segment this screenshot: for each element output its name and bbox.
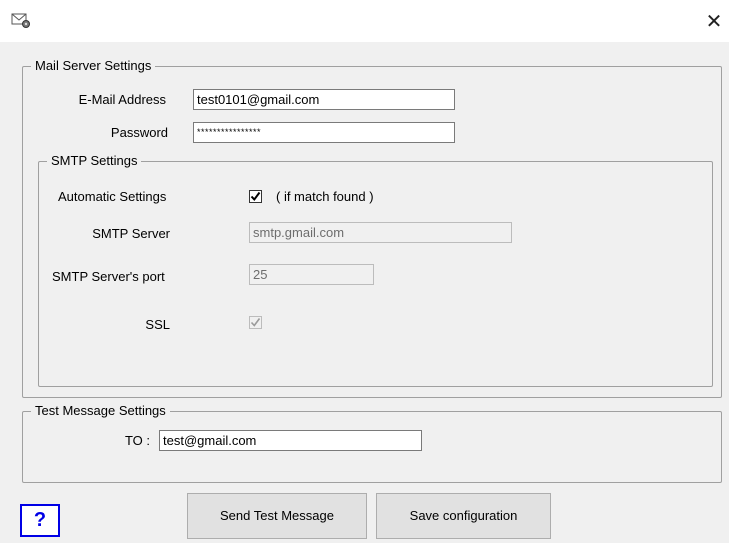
- test-message-legend: Test Message Settings: [31, 403, 170, 419]
- automatic-settings-note: ( if match found ): [276, 189, 374, 204]
- smtp-server-field[interactable]: smtp.gmail.com: [249, 222, 512, 243]
- smtp-port-field[interactable]: 25: [249, 264, 374, 285]
- mail-server-legend: Mail Server Settings: [31, 58, 156, 74]
- ssl-checkbox[interactable]: [249, 316, 262, 329]
- help-button[interactable]: ?: [20, 504, 60, 537]
- smtp-port-label: SMTP Server's port: [52, 269, 165, 284]
- mail-settings-icon: [11, 13, 30, 28]
- automatic-settings-checkbox[interactable]: [249, 190, 262, 203]
- password-label: Password: [110, 125, 168, 140]
- email-label: E-Mail Address: [78, 92, 166, 107]
- smtp-server-label: SMTP Server: [92, 226, 170, 241]
- to-label: TO :: [124, 433, 150, 448]
- password-field[interactable]: ****************: [193, 122, 455, 143]
- to-field[interactable]: test@gmail.com: [159, 430, 422, 451]
- ssl-label: SSL: [145, 317, 170, 332]
- close-icon[interactable]: ✕: [700, 8, 728, 36]
- automatic-settings-label: Automatic Settings: [58, 189, 167, 204]
- smtp-settings-legend: SMTP Settings: [47, 153, 142, 169]
- email-field[interactable]: test0101@gmail.com: [193, 89, 455, 110]
- send-test-message-button[interactable]: Send Test Message: [187, 493, 367, 539]
- save-configuration-button[interactable]: Save configuration: [376, 493, 551, 539]
- title-bar: ✕: [0, 0, 729, 42]
